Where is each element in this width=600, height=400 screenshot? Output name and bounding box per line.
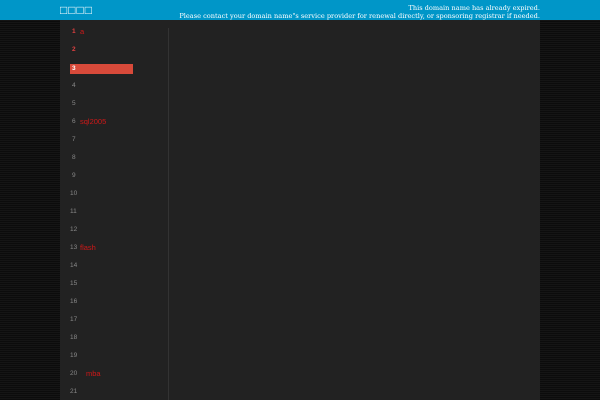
item-number: 10 (70, 190, 78, 197)
item-number: 16 (70, 298, 78, 305)
content-panel: 1 a 2 3 4 5 6 sql2005 7 8 9 10 11 12 13 flash 14 15 16 17 18… (60, 20, 540, 400)
list-item[interactable]: 5 (60, 97, 160, 111)
item-number: 7 (72, 136, 76, 143)
item-number: 19 (70, 352, 78, 359)
item-link[interactable]: mba (86, 367, 101, 381)
item-number: 17 (70, 316, 78, 323)
item-number: 14 (70, 262, 78, 269)
notice-line-2: Please contact your domain name"s servic… (179, 12, 540, 20)
expired-notice: This domain name has already expired. Pl… (179, 4, 540, 20)
item-number: 5 (72, 100, 76, 107)
item-number: 1 (72, 28, 76, 35)
list-item[interactable]: 15 (60, 277, 160, 291)
list-item[interactable]: 19 (60, 349, 160, 363)
item-link[interactable]: flash (80, 241, 96, 255)
list-item[interactable]: 18 (60, 331, 160, 345)
item-link[interactable]: sql2005 (80, 115, 106, 129)
item-number: 9 (72, 172, 76, 179)
item-number: 6 (72, 118, 76, 125)
list-item[interactable]: 9 (60, 169, 160, 183)
site-logo[interactable]: □□□□ (60, 3, 93, 17)
item-number: 3 (72, 65, 76, 72)
list-item[interactable]: 13 flash (60, 241, 160, 255)
item-number: 21 (70, 388, 78, 395)
notice-line-1: This domain name has already expired. (408, 4, 540, 12)
item-number: 13 (70, 244, 78, 251)
item-number: 2 (72, 46, 76, 53)
list-item[interactable]: 17 (60, 313, 160, 327)
list-item[interactable]: 10 (60, 187, 160, 201)
item-link[interactable]: a (80, 25, 84, 39)
item-number: 18 (70, 334, 78, 341)
list-item[interactable]: 2 (60, 43, 160, 57)
list-item[interactable]: 16 (60, 295, 160, 309)
list-item[interactable]: 3 (60, 61, 160, 75)
item-number: 4 (72, 82, 76, 89)
list-item[interactable]: 8 (60, 151, 160, 165)
list-item[interactable]: 20 mba (60, 367, 160, 381)
list-item[interactable]: 11 (60, 205, 160, 219)
top-bar: □□□□ This domain name has already expire… (0, 0, 600, 20)
list-item[interactable]: 4 (60, 79, 160, 93)
list-item[interactable]: 1a (60, 25, 160, 39)
list-item[interactable]: 12 (60, 223, 160, 237)
item-number: 12 (70, 226, 78, 233)
column-divider (168, 28, 169, 400)
list-item[interactable]: 21 (60, 385, 160, 399)
list-item[interactable]: 14 (60, 259, 160, 273)
list-item[interactable]: 7 (60, 133, 160, 147)
item-number: 15 (70, 280, 78, 287)
item-number: 20 (70, 370, 78, 377)
item-number: 8 (72, 154, 76, 161)
item-number: 11 (70, 208, 77, 215)
list-item[interactable]: 6 sql2005 (60, 115, 160, 129)
highlight-bar[interactable]: 3 (70, 64, 133, 74)
